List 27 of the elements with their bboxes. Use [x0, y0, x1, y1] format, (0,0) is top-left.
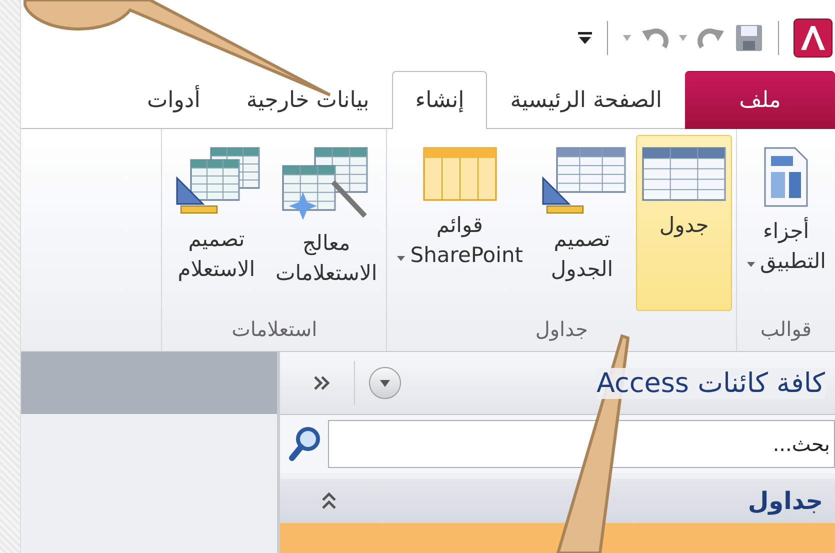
- pane-title: كافة كائنات Access: [596, 368, 825, 398]
- file-tab[interactable]: ملف: [685, 70, 835, 129]
- ribbon-button[interactable]: تصميم الاستعلام: [166, 134, 266, 311]
- ribbon-button[interactable]: قوائم SharePoint: [391, 134, 528, 311]
- ribbon-tab[interactable]: أدوات: [124, 70, 224, 129]
- ribbon-button[interactable]: جدول: [636, 134, 732, 311]
- collapse-icon[interactable]: [320, 491, 338, 511]
- group-label: قوالب: [759, 316, 813, 343]
- app-logo-icon[interactable]: [793, 18, 833, 58]
- list-icon: [422, 146, 498, 202]
- ribbon-tab[interactable]: بيانات خارجية: [223, 70, 392, 129]
- table-icon: [641, 146, 728, 202]
- ribbon-button[interactable]: تصميم الجدول: [532, 134, 632, 311]
- document-icon: [763, 146, 810, 208]
- ribbon-button[interactable]: معالج الاستعلامات: [270, 134, 382, 311]
- customize-toolbar-icon[interactable]: [577, 30, 593, 46]
- save-icon[interactable]: [734, 23, 764, 54]
- group-label: استعلامات: [230, 316, 318, 343]
- ribbon-button[interactable]: أجزاء التطبيق: [741, 134, 831, 311]
- group-label: جداول: [534, 316, 589, 343]
- group-header[interactable]: جداول: [748, 487, 823, 515]
- search-field[interactable]: بحث...: [328, 420, 835, 468]
- ribbon-tab[interactable]: إنشاء: [392, 70, 488, 129]
- collapse-pane-icon[interactable]: [312, 374, 332, 392]
- search-icon[interactable]: [288, 426, 322, 462]
- menu-dropdown-icon[interactable]: [369, 367, 401, 399]
- ribbon-tab[interactable]: الصفحة الرئيسية: [487, 70, 685, 129]
